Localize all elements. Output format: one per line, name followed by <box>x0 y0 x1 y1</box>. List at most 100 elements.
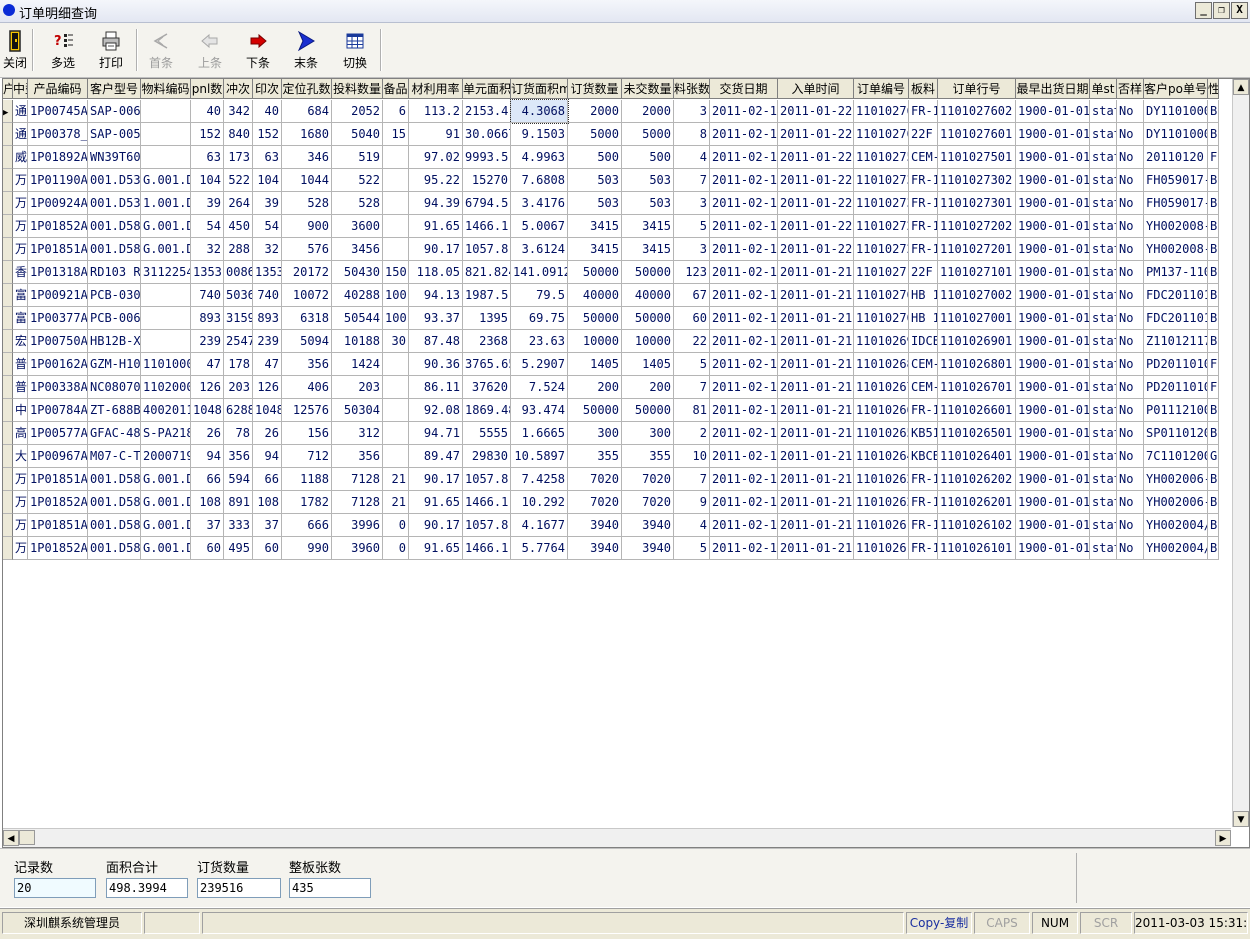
table-cell[interactable]: stat <box>1090 353 1117 376</box>
table-cell[interactable]: 100 <box>383 284 409 307</box>
table-cell[interactable]: 1101027101 <box>938 261 1016 284</box>
table-cell[interactable]: 11010268 <box>854 353 909 376</box>
table-cell[interactable]: 3940 <box>622 514 674 537</box>
row-indicator[interactable] <box>3 445 13 468</box>
print-button[interactable]: 打印 <box>92 27 130 75</box>
table-cell[interactable]: 3456 <box>332 238 383 261</box>
table-cell[interactable]: 1P01892A <box>28 146 88 169</box>
table-cell[interactable]: 7 <box>674 169 710 192</box>
table-cell[interactable]: 万00 <box>13 169 28 192</box>
table-cell[interactable]: CEM- <box>909 376 938 399</box>
table-cell[interactable]: 1900-01-01 <box>1016 261 1090 284</box>
table-cell[interactable]: 1P01851A <box>28 238 88 261</box>
table-cell[interactable]: 50304 <box>332 399 383 422</box>
column-header[interactable]: pnl数 <box>191 79 224 99</box>
table-cell[interactable] <box>383 353 409 376</box>
table-cell[interactable]: 001.D585 <box>88 238 141 261</box>
table-cell[interactable]: stat <box>1090 192 1117 215</box>
table-cell[interactable]: 11010261 <box>854 514 909 537</box>
table-cell[interactable]: HB 1 <box>909 307 938 330</box>
table-cell[interactable]: 69.75 <box>511 307 568 330</box>
table-cell[interactable]: 1466.1 <box>463 215 511 238</box>
table-cell[interactable]: 78 <box>224 422 253 445</box>
table-cell[interactable]: 1101026801 <box>938 353 1016 376</box>
table-cell[interactable]: stat <box>1090 491 1117 514</box>
table-cell[interactable]: B <box>1208 123 1219 146</box>
table-cell[interactable]: 500 <box>568 146 622 169</box>
table-cell[interactable]: 11010004 <box>141 353 191 376</box>
table-cell[interactable]: 0 <box>383 537 409 560</box>
table-cell[interactable]: 1900-01-01 <box>1016 399 1090 422</box>
table-cell[interactable]: 2000 <box>622 100 674 123</box>
row-indicator[interactable] <box>3 376 13 399</box>
table-cell[interactable]: stat <box>1090 399 1117 422</box>
table-cell[interactable]: 001.D537 <box>88 169 141 192</box>
table-cell[interactable]: 11010270 <box>854 307 909 330</box>
table-cell[interactable]: B <box>1208 399 1219 422</box>
table-cell[interactable]: Z11012117 <box>1144 330 1208 353</box>
table-cell[interactable]: 2011-01-21 <box>778 537 854 560</box>
table-cell[interactable]: 万00 <box>13 514 28 537</box>
table-cell[interactable]: 7020 <box>568 468 622 491</box>
table-cell[interactable]: 3415 <box>568 238 622 261</box>
table-cell[interactable]: 60 <box>253 537 282 560</box>
table-cell[interactable]: 519 <box>332 146 383 169</box>
table-cell[interactable]: 1101027602 <box>938 100 1016 123</box>
table-cell[interactable] <box>383 376 409 399</box>
table-cell[interactable]: B <box>1208 215 1219 238</box>
table-cell[interactable]: No <box>1117 445 1144 468</box>
table-cell[interactable]: 40020110 <box>141 399 191 422</box>
table-cell[interactable]: 50000 <box>622 261 674 284</box>
table-cell[interactable]: 2011-01-22 <box>778 100 854 123</box>
table-cell[interactable]: 2153.4 <box>463 100 511 123</box>
table-cell[interactable]: FR-1 <box>909 537 938 560</box>
table-cell[interactable]: 3940 <box>622 537 674 560</box>
table-cell[interactable]: FR-1 <box>909 100 938 123</box>
table-cell[interactable]: 2011-01-21 <box>778 399 854 422</box>
table-cell[interactable]: 2011-02-11 <box>710 353 778 376</box>
table-cell[interactable]: 37 <box>253 514 282 537</box>
table-cell[interactable]: 1057.8 <box>463 238 511 261</box>
table-cell[interactable]: 239 <box>191 330 224 353</box>
table-cell[interactable]: No <box>1117 537 1144 560</box>
table-cell[interactable]: 1405 <box>568 353 622 376</box>
table-cell[interactable]: 1101026102 <box>938 514 1016 537</box>
table-cell[interactable]: 1900-01-01 <box>1016 422 1090 445</box>
row-indicator[interactable] <box>3 514 13 537</box>
table-cell[interactable]: 5 <box>674 353 710 376</box>
column-header[interactable]: 性 <box>1208 79 1219 99</box>
table-cell[interactable]: 300 <box>622 422 674 445</box>
table-cell[interactable]: 001.D585 <box>88 468 141 491</box>
table-cell[interactable]: 5094 <box>282 330 332 353</box>
table-cell[interactable]: 40000 <box>568 284 622 307</box>
table-cell[interactable] <box>383 192 409 215</box>
table-cell[interactable]: 1101027501 <box>938 146 1016 169</box>
table-cell[interactable]: 7 <box>674 376 710 399</box>
table-cell[interactable]: 666 <box>282 514 332 537</box>
table-cell[interactable]: No <box>1117 399 1144 422</box>
table-cell[interactable]: 1900-01-01 <box>1016 192 1090 215</box>
table-cell[interactable]: YH002008- <box>1144 215 1208 238</box>
table-cell[interactable]: 152 <box>253 123 282 146</box>
table-cell[interactable]: 50000 <box>568 261 622 284</box>
table-cell[interactable]: 1188 <box>282 468 332 491</box>
table-cell[interactable]: 450 <box>224 215 253 238</box>
table-cell[interactable]: 1900-01-01 <box>1016 238 1090 261</box>
table-cell[interactable]: stat <box>1090 376 1117 399</box>
table-cell[interactable]: 1680 <box>282 123 332 146</box>
table-cell[interactable]: 2011-01-21 <box>778 445 854 468</box>
table-cell[interactable]: 1900-01-01 <box>1016 307 1090 330</box>
table-cell[interactable]: 94.71 <box>409 422 463 445</box>
table-cell[interactable]: 3 <box>674 100 710 123</box>
table-cell[interactable]: 3996 <box>332 514 383 537</box>
table-cell[interactable]: 001.D585 <box>88 215 141 238</box>
table-cell[interactable]: 2011-01-21 <box>778 422 854 445</box>
table-cell[interactable]: 1353 <box>191 261 224 284</box>
row-indicator[interactable] <box>3 284 13 307</box>
table-cell[interactable]: PCB-030 <box>88 284 141 307</box>
table-cell[interactable]: 355 <box>568 445 622 468</box>
table-cell[interactable]: 5555 <box>463 422 511 445</box>
table-cell[interactable]: 11010265 <box>854 422 909 445</box>
table-cell[interactable]: 684 <box>282 100 332 123</box>
table-cell[interactable]: 7.6808 <box>511 169 568 192</box>
